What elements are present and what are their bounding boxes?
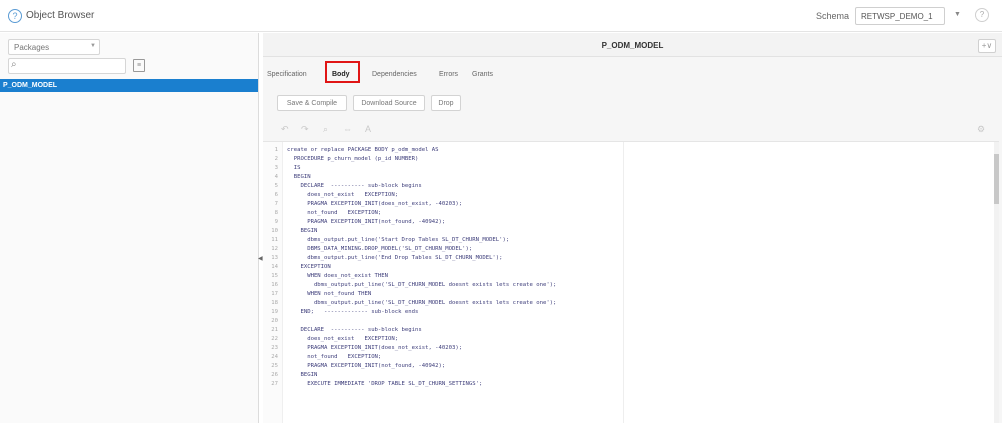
- code-text: END; ------------- sub-block ends: [287, 309, 419, 315]
- line-number: 25: [271, 363, 278, 369]
- code-text: BEGIN: [287, 228, 318, 234]
- code-text: WHEN does_not_exist THEN: [287, 273, 389, 279]
- drop-button[interactable]: Drop: [431, 95, 461, 111]
- code-text: PROCEDURE p_churn_model (p_id NUMBER): [287, 156, 419, 162]
- find-icon[interactable]: ⌕: [323, 124, 328, 135]
- object-title: P_ODM_MODEL: [601, 41, 664, 50]
- line-number: 7: [274, 201, 278, 207]
- code-text: does_not_exist EXCEPTION;: [287, 192, 399, 198]
- schema-label: Schema: [816, 11, 850, 21]
- line-number: 19: [271, 309, 278, 315]
- line-number: 10: [271, 228, 278, 234]
- list-item-selected[interactable]: P_ODM_MODEL: [0, 79, 258, 92]
- redo-icon[interactable]: ↷: [301, 124, 309, 135]
- line-number: 17: [271, 291, 278, 297]
- save-compile-button[interactable]: Save & Compile: [277, 95, 347, 111]
- line-number: 24: [271, 354, 278, 360]
- tab-specification[interactable]: Specification: [267, 71, 307, 78]
- line-number: 21: [271, 327, 278, 333]
- code-text: not_found EXCEPTION;: [287, 354, 382, 360]
- code-text: BEGIN: [287, 372, 318, 378]
- body-tab-highlight: [325, 61, 360, 83]
- code-text: DECLARE ---------- sub-block begins: [287, 327, 422, 333]
- line-number: 6: [274, 192, 278, 198]
- tab-grants[interactable]: Grants: [472, 71, 493, 78]
- code-text: EXECUTE IMMEDIATE 'DROP TABLE SL_DT_CHUR…: [287, 381, 483, 387]
- code-text: PRAGMA EXCEPTION_INIT(does_not_exist, -4…: [287, 345, 463, 351]
- line-number: 26: [271, 372, 278, 378]
- code-editor[interactable]: 1 create or replace PACKAGE BODY p_odm_mo…: [263, 141, 999, 423]
- line-number: 1: [274, 147, 278, 153]
- line-number: 15: [271, 273, 278, 279]
- object-type-select[interactable]: Packages: [8, 39, 100, 55]
- code-text: dbms_output.put_line('Start Drop Tables …: [287, 237, 510, 243]
- object-list-panel: Packages ▼ ⌕ ≡ P_ODM_MODEL ◀: [0, 33, 263, 423]
- line-number: 12: [271, 246, 278, 252]
- line-number: 4: [274, 174, 278, 180]
- line-number: 9: [274, 219, 278, 225]
- print-margin: [623, 142, 624, 423]
- line-number: 27: [271, 381, 278, 387]
- code-text: not_found EXCEPTION;: [287, 210, 382, 216]
- chevron-down-icon[interactable]: ▼: [954, 11, 961, 18]
- code-text: create or replace PACKAGE BODY p_odm_mod…: [287, 147, 439, 153]
- line-number: 3: [274, 165, 278, 171]
- format-icon[interactable]: A: [365, 124, 371, 134]
- line-number: 20: [271, 318, 278, 324]
- splitter-handle-icon[interactable]: ◀: [258, 255, 263, 262]
- download-source-button[interactable]: Download Source: [353, 95, 425, 111]
- line-number: 22: [271, 336, 278, 342]
- top-bar: ? Object Browser Schema RETWSP_DEMO_1 ▼ …: [0, 0, 1002, 32]
- search-icon: ⌕: [11, 59, 17, 70]
- code-text: does_not_exist EXCEPTION;: [287, 336, 399, 342]
- filter-icon[interactable]: ≡: [133, 59, 145, 72]
- line-number: 23: [271, 345, 278, 351]
- code-text: PRAGMA EXCEPTION_INIT(not_found, -40942)…: [287, 363, 446, 369]
- settings-icon[interactable]: ⚙: [977, 124, 985, 135]
- tab-errors[interactable]: Errors: [439, 71, 458, 78]
- code-text: BEGIN: [287, 174, 311, 180]
- line-number: 16: [271, 282, 278, 288]
- code-text: dbms_output.put_line('End Drop Tables SL…: [287, 255, 503, 261]
- code-text: dbms_output.put_line('SL_DT_CHURN_MODEL …: [287, 300, 557, 306]
- code-text: PRAGMA EXCEPTION_INIT(does_not_exist, -4…: [287, 201, 463, 207]
- line-number: 5: [274, 183, 278, 189]
- object-search-input[interactable]: [8, 58, 126, 74]
- help-icon[interactable]: ?: [975, 8, 989, 22]
- line-number: 8: [274, 210, 278, 216]
- chevron-down-icon[interactable]: ▼: [90, 43, 96, 49]
- code-text: DBMS_DATA_MINING.DROP_MODEL('SL_DT_CHURN…: [287, 246, 473, 252]
- code-text: DECLARE ---------- sub-block begins: [287, 183, 422, 189]
- vertical-scrollbar[interactable]: [994, 142, 999, 423]
- undo-icon[interactable]: ↶: [281, 124, 289, 135]
- code-text: IS: [287, 165, 301, 171]
- editor-toolbar: ↶ ↷ ⌕ ⇔ A ⚙: [263, 119, 1002, 137]
- code-text: dbms_output.put_line('SL_DT_CHURN_MODEL …: [287, 282, 557, 288]
- object-detail-panel: P_ODM_MODEL +∨ Specification Body Depend…: [263, 33, 1002, 423]
- object-browser-icon: ?: [8, 9, 22, 23]
- line-number: 2: [274, 156, 278, 162]
- line-number: 18: [271, 300, 278, 306]
- line-number: 11: [271, 237, 278, 243]
- add-icon[interactable]: +∨: [978, 39, 996, 53]
- scrollbar-thumb[interactable]: [994, 154, 999, 204]
- tab-dependencies[interactable]: Dependencies: [372, 71, 417, 78]
- app-title: Object Browser: [26, 10, 95, 21]
- code-text: PRAGMA EXCEPTION_INIT(not_found, -40942)…: [287, 219, 446, 225]
- line-number: 14: [271, 264, 278, 270]
- schema-select[interactable]: RETWSP_DEMO_1: [855, 7, 945, 25]
- line-number: 13: [271, 255, 278, 261]
- code-text: EXCEPTION: [287, 264, 331, 270]
- collapse-icon[interactable]: ⇔: [343, 124, 352, 134]
- code-text: WHEN not_found THEN: [287, 291, 372, 297]
- object-header: P_ODM_MODEL +∨: [263, 33, 1002, 57]
